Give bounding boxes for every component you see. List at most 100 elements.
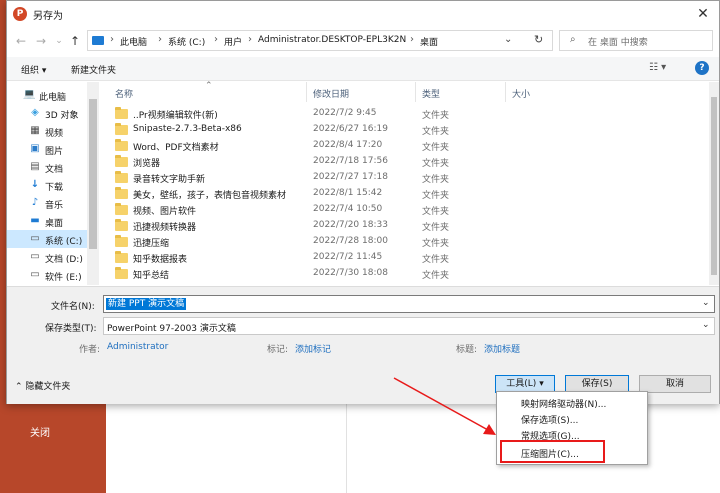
drive-icon: ▭ bbox=[30, 233, 40, 244]
column-header-size[interactable]: 大小 bbox=[512, 87, 530, 100]
folder-icon bbox=[115, 171, 128, 183]
file-type: 文件夹 bbox=[422, 175, 450, 185]
file-row[interactable]: ..Pr视频编辑软件(新) 2022/7/2 9:45 文件夹 bbox=[101, 106, 701, 122]
backstage-close-item[interactable]: 关闭 bbox=[30, 424, 50, 439]
view-options-icon[interactable]: ☷ ▾ bbox=[649, 62, 666, 73]
nav-item-desktop[interactable]: ▬ 桌面 bbox=[7, 212, 87, 230]
breadcrumb-separator: › bbox=[214, 34, 218, 45]
navigation-row: ← → ⌄ ↑ › 此电脑 › 系统 (C:) › 用户 › Administr… bbox=[7, 27, 719, 55]
file-row[interactable]: 美女，壁纸，孩子，表情包音视频素材 2022/8/1 15:42 文件夹 bbox=[101, 186, 701, 202]
nav-item-drive-d[interactable]: ▭ 文档 (D:) bbox=[7, 248, 87, 266]
file-type: 文件夹 bbox=[422, 111, 450, 121]
file-row[interactable]: Snipaste-2.7.3-Beta-x86 2022/6/27 16:19 … bbox=[101, 122, 701, 138]
file-name: 视频、图片软件 bbox=[133, 207, 197, 217]
nav-item-drive-c[interactable]: ▭ 系统 (C:) bbox=[7, 230, 87, 248]
nav-item-videos[interactable]: ▦ 视频 bbox=[7, 122, 87, 140]
filename-input[interactable]: 新建 PPT 演示文稿 ⌄ bbox=[103, 295, 715, 313]
file-type: 文件夹 bbox=[422, 255, 450, 265]
folder-icon bbox=[115, 251, 128, 263]
menu-item-save-options[interactable]: 保存选项(S)... bbox=[521, 413, 578, 426]
file-date: 2022/7/30 18:08 bbox=[313, 268, 388, 278]
column-header-date[interactable]: 修改日期 bbox=[313, 87, 349, 100]
forward-arrow-icon[interactable]: → bbox=[33, 32, 49, 50]
folder-icon bbox=[115, 187, 128, 199]
refresh-icon[interactable]: ↻ bbox=[534, 33, 543, 46]
file-row[interactable]: 录音转文字助手新 2022/7/27 17:18 文件夹 bbox=[101, 170, 701, 186]
file-list: 名称 ⌃ 修改日期 类型 大小 ..Pr视频编辑软件(新) 2022/7/2 9… bbox=[101, 81, 709, 285]
column-header-name[interactable]: 名称 bbox=[115, 87, 133, 100]
new-folder-button[interactable]: 新建文件夹 bbox=[71, 63, 116, 76]
nav-item-this-pc[interactable]: 💻 此电脑 bbox=[7, 86, 87, 104]
nav-item-music[interactable]: ♪ 音乐 bbox=[7, 194, 87, 212]
file-type: 文件夹 bbox=[422, 191, 450, 201]
folder-icon bbox=[115, 203, 128, 215]
breadcrumb-desktop[interactable]: 桌面 bbox=[420, 35, 438, 48]
file-type: 文件夹 bbox=[422, 271, 450, 281]
file-name: 知乎总结 bbox=[133, 271, 170, 281]
back-arrow-icon[interactable]: ← bbox=[13, 32, 29, 50]
file-row[interactable]: Word、PDF文档素材 2022/8/4 17:20 文件夹 bbox=[101, 138, 701, 154]
nav-item-documents[interactable]: ▤ 文档 bbox=[7, 158, 87, 176]
column-divider[interactable] bbox=[306, 82, 307, 102]
breadcrumb-separator: › bbox=[248, 34, 252, 45]
file-name: 美女，壁纸，孩子，表情包音视频素材 bbox=[133, 191, 287, 201]
file-row[interactable]: 知乎总结 2022/7/30 18:08 文件夹 bbox=[101, 266, 701, 282]
organize-button[interactable]: 组织 ▾ bbox=[21, 63, 46, 76]
save-form: 文件名(N): 新建 PPT 演示文稿 ⌄ 保存类型(T): PowerPoin… bbox=[7, 286, 719, 404]
download-icon: ↓ bbox=[30, 179, 40, 190]
search-box[interactable]: ⌕ 在 桌面 中搜索 bbox=[559, 30, 713, 51]
dialog-title: 另存为 bbox=[33, 11, 63, 22]
chevron-down-icon[interactable]: ⌄ bbox=[702, 320, 710, 330]
hide-folders-toggle[interactable]: ⌃ 隐藏文件夹 bbox=[15, 379, 70, 392]
column-header-type[interactable]: 类型 bbox=[422, 87, 440, 100]
annotation-highlight-box bbox=[500, 440, 605, 463]
hide-folders-label: 隐藏文件夹 bbox=[25, 382, 71, 392]
filetype-select[interactable]: PowerPoint 97-2003 演示文稿 ⌄ bbox=[103, 317, 715, 335]
nav-pane-scroll-thumb[interactable] bbox=[89, 99, 97, 249]
nav-item-downloads[interactable]: ↓ 下载 bbox=[7, 176, 87, 194]
folder-icon bbox=[115, 219, 128, 231]
nav-item-label: 图片 bbox=[45, 147, 64, 157]
nav-item-label: 文档 bbox=[45, 165, 64, 175]
file-row[interactable]: 知乎数据报表 2022/7/2 11:45 文件夹 bbox=[101, 250, 701, 266]
file-name: Snipaste-2.7.3-Beta-x86 bbox=[133, 124, 242, 134]
video-icon: ▦ bbox=[30, 125, 40, 136]
nav-item-drive-e[interactable]: ▭ 软件 (E:) bbox=[7, 266, 87, 284]
chevron-down-icon[interactable]: ⌄ bbox=[702, 298, 710, 308]
help-icon[interactable]: ? bbox=[695, 61, 709, 75]
filename-value: 新建 PPT 演示文稿 bbox=[106, 298, 187, 310]
file-name: 浏览器 bbox=[133, 159, 161, 169]
file-row[interactable]: 迅捷压缩 2022/7/28 18:00 文件夹 bbox=[101, 234, 701, 250]
breadcrumb-user-folder[interactable]: Administrator.DESKTOP-EPL3K2N bbox=[258, 35, 406, 45]
computer-icon: 💻 bbox=[23, 89, 36, 100]
close-button[interactable]: ✕ bbox=[691, 3, 715, 25]
desktop-icon: ▬ bbox=[30, 215, 40, 226]
folder-icon bbox=[115, 107, 128, 119]
file-date: 2022/7/2 11:45 bbox=[313, 252, 383, 262]
breadcrumb-drive-c[interactable]: 系统 (C:) bbox=[168, 35, 205, 48]
folder-icon bbox=[115, 139, 128, 151]
file-date: 2022/6/27 16:19 bbox=[313, 124, 388, 134]
search-icon: ⌕ bbox=[570, 34, 576, 45]
nav-item-3d-objects[interactable]: ◈ 3D 对象 bbox=[7, 104, 87, 122]
breadcrumb-users[interactable]: 用户 bbox=[224, 35, 242, 48]
recent-dropdown-icon[interactable]: ⌄ bbox=[51, 32, 67, 50]
column-divider[interactable] bbox=[415, 82, 416, 102]
file-row[interactable]: 迅捷视频转换器 2022/7/20 18:33 文件夹 bbox=[101, 218, 701, 234]
file-list-scroll-thumb[interactable] bbox=[711, 97, 717, 275]
column-divider[interactable] bbox=[505, 82, 506, 102]
nav-item-pictures[interactable]: ▣ 图片 bbox=[7, 140, 87, 158]
breadcrumb-this-pc[interactable]: 此电脑 bbox=[120, 35, 147, 48]
cancel-button[interactable]: 取消 bbox=[639, 375, 711, 393]
file-date: 2022/7/4 10:50 bbox=[313, 204, 383, 214]
address-dropdown-icon[interactable]: ⌄ bbox=[504, 34, 512, 45]
address-bar[interactable]: › 此电脑 › 系统 (C:) › 用户 › Administrator.DES… bbox=[87, 30, 553, 51]
tags-input[interactable]: 添加标记 bbox=[295, 342, 331, 355]
file-row[interactable]: 视频、图片软件 2022/7/4 10:50 文件夹 bbox=[101, 202, 701, 218]
title-input[interactable]: 添加标题 bbox=[484, 342, 520, 355]
tags-label: 标记: bbox=[267, 345, 289, 355]
menu-item-map-network-drive[interactable]: 映射网络驱动器(N)... bbox=[521, 397, 606, 410]
author-value[interactable]: Administrator bbox=[107, 342, 168, 352]
file-row[interactable]: 浏览器 2022/7/18 17:56 文件夹 bbox=[101, 154, 701, 170]
up-arrow-icon[interactable]: ↑ bbox=[67, 32, 83, 50]
